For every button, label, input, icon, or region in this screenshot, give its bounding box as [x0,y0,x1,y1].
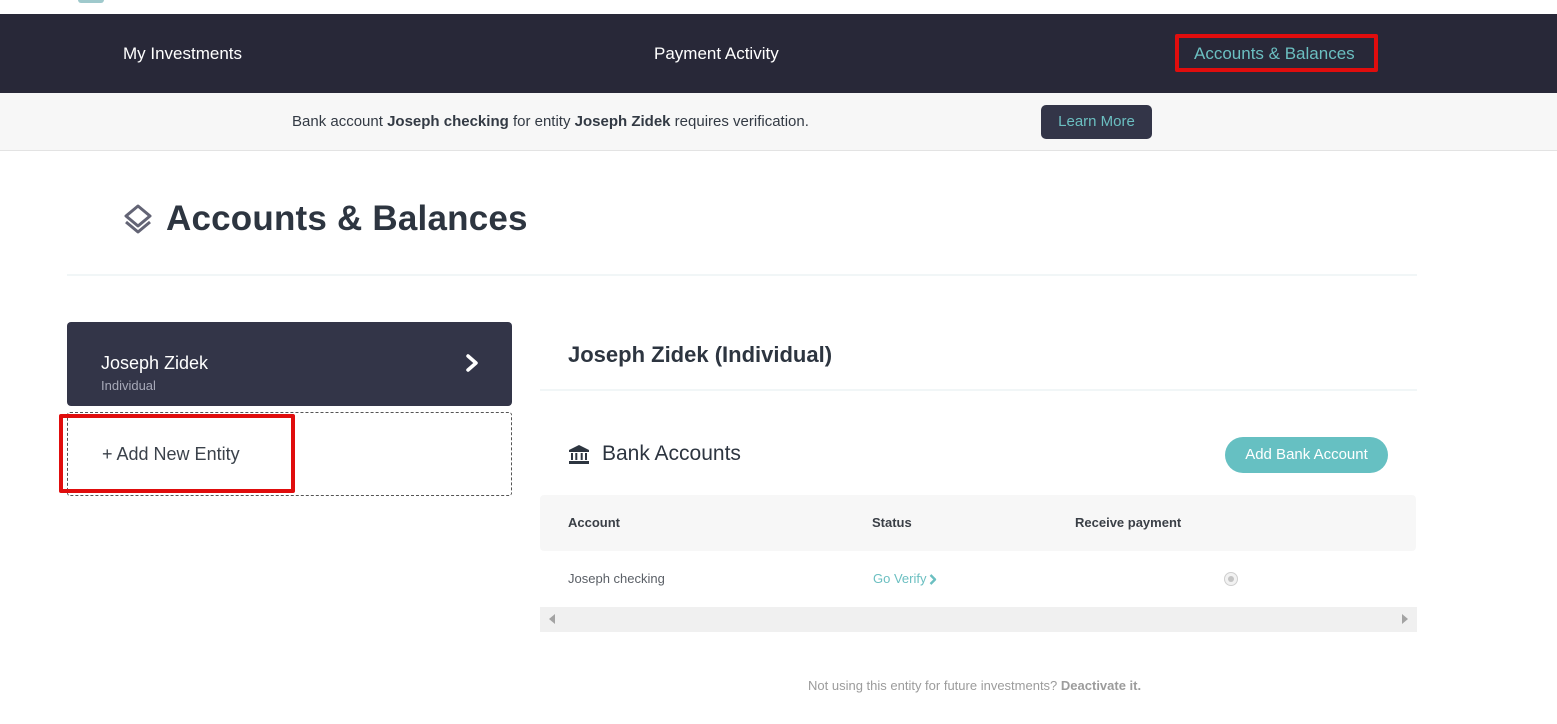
column-header-account: Account [568,515,620,530]
table-row: Joseph checking Go Verify [540,551,1416,607]
account-name-cell: Joseph checking [568,571,665,586]
scroll-right-arrow-icon[interactable] [1402,614,1408,624]
banner-middle: for entity [508,113,575,130]
verification-banner: Bank account Joseph checking for entity … [0,93,1557,151]
deactivate-notice: Not using this entity for future investm… [808,678,1141,693]
bank-accounts-header: Bank Accounts [568,442,741,466]
deactivate-link[interactable]: Deactivate it. [1061,678,1141,693]
nav-accounts-balances[interactable]: Accounts & Balances [1194,14,1355,93]
entity-card-selected[interactable]: Joseph Zidek Individual [67,322,512,406]
column-header-receive-payment: Receive payment [1075,515,1182,530]
bank-accounts-title: Bank Accounts [602,442,741,465]
scroll-left-arrow-icon[interactable] [549,614,555,624]
banner-prefix: Bank account [292,113,388,130]
page-title: Accounts & Balances [122,196,528,242]
title-divider [67,274,1417,276]
table-horizontal-scrollbar[interactable] [540,607,1417,632]
column-header-status: Status [872,515,912,530]
bank-table-header: Account Status Receive payment [540,495,1416,551]
add-new-entity-button[interactable]: + Add New Entity [67,412,512,496]
page-title-text: Accounts & Balances [166,199,528,238]
learn-more-button[interactable]: Learn More [1041,105,1152,139]
banner-entity-name: Joseph Zidek [574,113,671,130]
entity-type: Individual [101,378,156,393]
banner-message: Bank account Joseph checking for entity … [292,93,809,151]
entity-name: Joseph Zidek [101,353,209,373]
banner-account-name: Joseph checking [387,113,509,130]
layers-icon [124,204,152,234]
detail-divider [540,389,1417,391]
chevron-right-icon [466,354,478,372]
logo-fragment [78,0,104,3]
banner-suffix: requires verification. [670,113,809,130]
entity-detail-title: Joseph Zidek (Individual) [568,342,833,367]
main-nav: My Investments Payment Activity Accounts… [0,14,1557,93]
nav-payment-activity[interactable]: Payment Activity [654,14,779,93]
nav-my-investments[interactable]: My Investments [123,14,242,93]
receive-payment-radio[interactable] [1224,572,1238,586]
top-strip [0,0,1557,14]
deactivate-prompt: Not using this entity for future investm… [808,678,1061,693]
go-verify-label: Go Verify [873,571,927,586]
add-new-entity-label: + Add New Entity [102,444,240,464]
add-bank-account-button[interactable]: Add Bank Account [1225,437,1388,473]
bank-icon [569,445,589,464]
go-verify-link[interactable]: Go Verify [873,551,937,607]
chevron-right-icon [930,573,937,585]
